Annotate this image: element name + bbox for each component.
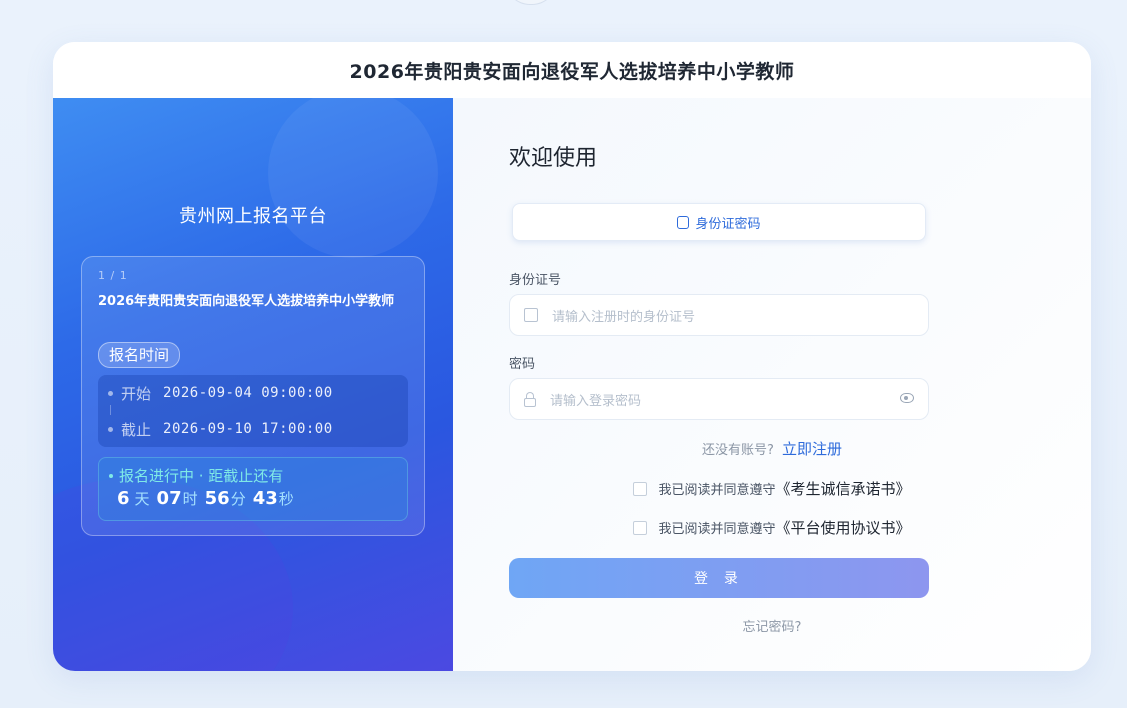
bullet-icon <box>108 390 113 396</box>
registration-time-badge: 报名时间 <box>98 342 181 368</box>
notice-title: 2026年贵阳贵安面向退役军人选拔培养中小学教师 <box>98 294 395 309</box>
id-card-icon <box>524 308 538 322</box>
forgot-password-link[interactable]: 忘记密码? <box>453 616 1091 635</box>
platform-agreement-link[interactable]: 《平台使用协议书》 <box>776 517 911 538</box>
exam-notice-card[interactable]: 1 / 1 2026年贵阳贵安面向退役军人选拔培养中小学教师 报名时间 开始 2… <box>81 256 425 536</box>
id-number-label: 身份证号 <box>509 273 562 288</box>
welcome-heading: 欢迎使用 <box>509 146 598 171</box>
id-card-icon <box>677 215 690 229</box>
register-prompt: 还没有账号? 立即注册 <box>453 438 1091 459</box>
agree-prefix: 我已阅读并同意遵守 <box>658 522 776 537</box>
minutes-unit: 分 <box>230 490 246 508</box>
page-title: 2026年贵阳贵安面向退役军人选拔培养中小学教师 <box>349 60 795 83</box>
countdown-hours: 07 <box>156 488 182 509</box>
tab-label: 身份证密码 <box>695 216 761 232</box>
countdown-status-text: 报名进行中 · 距截止还有 <box>119 467 284 485</box>
decor-bubble <box>268 98 438 258</box>
password-placeholder[interactable]: 请输入登录密码 <box>550 390 641 409</box>
bullet-icon <box>108 426 113 432</box>
card-header: 2026年贵阳贵安面向退役军人选拔培养中小学教师 <box>53 42 1091 99</box>
countdown-days: 6 <box>117 488 130 509</box>
start-value: 2026-09-04 09:00:00 <box>163 385 333 401</box>
timeline-line <box>110 405 111 415</box>
countdown-status: 报名进行中 · 距截止还有 <box>109 465 283 486</box>
id-number-field[interactable]: 请输入注册时的身份证号 <box>509 294 929 336</box>
status-dot-icon <box>109 473 113 478</box>
password-field[interactable]: 请输入登录密码 <box>509 378 929 420</box>
platform-title: 贵州网上报名平台 <box>179 206 327 227</box>
hours-unit: 时 <box>182 490 198 508</box>
top-decoration <box>505 0 557 5</box>
start-label: 开始 <box>121 384 152 403</box>
end-label: 截止 <box>121 420 152 439</box>
countdown-box: 报名进行中 · 距截止还有 6 天 07 时 56 分 43 秒 <box>98 457 408 521</box>
id-number-placeholder[interactable]: 请输入注册时的身份证号 <box>552 306 695 325</box>
end-value: 2026-09-10 17:00:00 <box>163 421 333 437</box>
registration-times: 开始 2026-09-04 09:00:00 截止 2026-09-10 17:… <box>98 375 408 447</box>
info-panel: 贵州网上报名平台 1 / 1 2026年贵阳贵安面向退役军人选拔培养中小学教师 … <box>53 98 453 671</box>
password-label: 密码 <box>509 357 536 372</box>
notice-pager: 1 / 1 <box>98 269 128 282</box>
agree-platform-checkbox[interactable] <box>633 520 648 535</box>
agree-prefix: 我已阅读并同意遵守 <box>658 483 776 498</box>
no-account-text: 还没有账号? <box>702 443 774 458</box>
eye-icon[interactable] <box>900 393 914 403</box>
days-unit: 天 <box>134 490 150 508</box>
tab-id-password[interactable]: 身份证密码 <box>512 203 926 241</box>
login-card: 2026年贵阳贵安面向退役军人选拔培养中小学教师 贵州网上报名平台 1 / 1 … <box>53 42 1091 671</box>
start-time-row: 开始 2026-09-04 09:00:00 <box>108 383 333 403</box>
end-time-row: 截止 2026-09-10 17:00:00 <box>108 419 333 439</box>
lock-icon <box>524 392 536 407</box>
agree-platform-row[interactable]: 我已阅读并同意遵守 《平台使用协议书》 <box>453 517 1091 538</box>
seconds-unit: 秒 <box>278 490 294 508</box>
register-link[interactable]: 立即注册 <box>782 440 842 458</box>
countdown-value: 6 天 07 时 56 分 43 秒 <box>117 488 301 509</box>
login-form-panel: 欢迎使用 身份证密码 身份证号 请输入注册时的身份证号 密码 请输入登录密码 还… <box>453 98 1091 671</box>
countdown-seconds: 43 <box>252 488 278 509</box>
integrity-pledge-link[interactable]: 《考生诚信承诺书》 <box>776 478 911 499</box>
agree-integrity-row[interactable]: 我已阅读并同意遵守 《考生诚信承诺书》 <box>453 478 1091 499</box>
agree-integrity-checkbox[interactable] <box>633 481 648 496</box>
login-button[interactable]: 登 录 <box>509 558 929 598</box>
countdown-minutes: 56 <box>204 488 230 509</box>
